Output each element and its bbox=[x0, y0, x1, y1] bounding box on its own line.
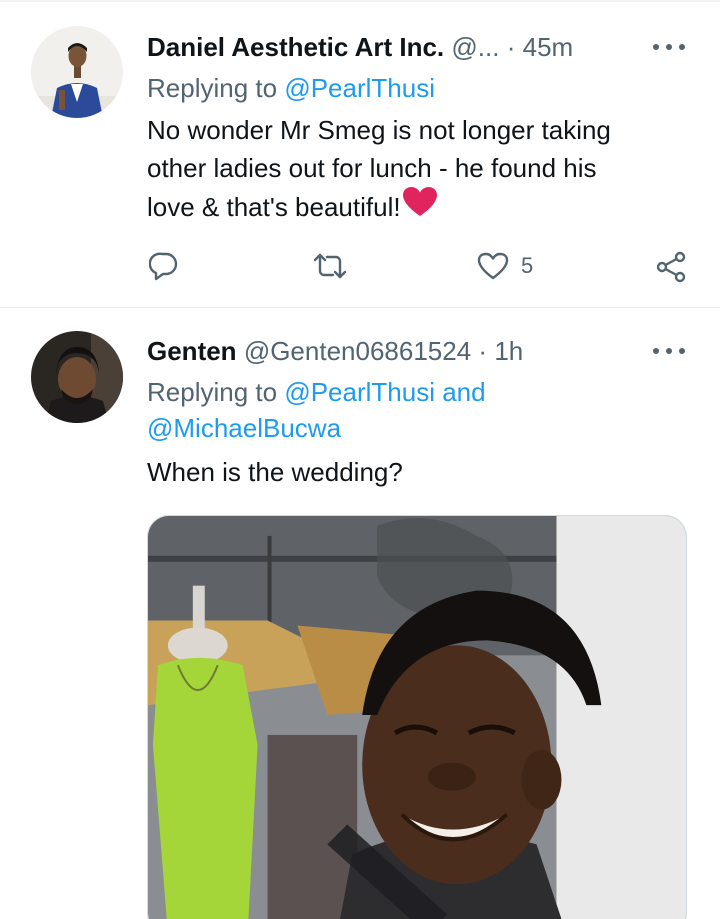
retweet-icon bbox=[312, 252, 348, 280]
like-count: 5 bbox=[521, 253, 534, 278]
more-options-icon[interactable] bbox=[653, 346, 685, 356]
tweet-text: When is the wedding? bbox=[147, 453, 403, 491]
tweet-text-line: When is the wedding? bbox=[147, 457, 403, 487]
like-button[interactable]: 5 bbox=[477, 252, 533, 280]
tweet-text-line: other ladies out for lunch - he found hi… bbox=[147, 153, 597, 183]
avatar[interactable] bbox=[31, 26, 123, 118]
tweet-media-image[interactable] bbox=[147, 515, 687, 919]
author-name[interactable]: Genten bbox=[147, 336, 237, 366]
tweet-text-line: love & that's beautiful! bbox=[147, 192, 401, 222]
replying-to: Replying to @PearlThusi bbox=[147, 70, 435, 106]
tweet-text-line: No wonder Mr Smeg is not longer taking bbox=[147, 115, 611, 145]
tweet-divider bbox=[0, 307, 720, 308]
mention-link[interactable]: @MichaelBucwa bbox=[147, 413, 341, 443]
author-handle[interactable]: @... bbox=[451, 32, 499, 62]
tweet-text: No wonder Mr Smeg is not longer taking o… bbox=[147, 111, 611, 227]
timestamp[interactable]: 45m bbox=[523, 32, 574, 62]
author-handle[interactable]: @Genten06861524 bbox=[244, 336, 471, 366]
retweet-button[interactable] bbox=[312, 252, 348, 280]
comment-icon bbox=[149, 251, 179, 281]
separator-dot: · bbox=[506, 32, 516, 62]
heart-emoji-icon bbox=[402, 187, 437, 227]
share-icon bbox=[655, 251, 687, 283]
avatar[interactable] bbox=[31, 331, 123, 423]
reply-button[interactable] bbox=[149, 251, 179, 281]
separator-dot: · bbox=[478, 336, 488, 366]
mention-link[interactable]: @PearlThusi bbox=[284, 377, 435, 407]
tweet-header: Genten @Genten06861524 · 1h bbox=[147, 335, 523, 367]
author-name[interactable]: Daniel Aesthetic Art Inc. bbox=[147, 32, 444, 62]
tweet-header: Daniel Aesthetic Art Inc. @... · 45m bbox=[147, 31, 573, 63]
mention-joiner: and bbox=[442, 377, 486, 407]
top-divider bbox=[0, 0, 720, 2]
replying-to: Replying to @PearlThusi and @MichaelBucw… bbox=[147, 374, 486, 446]
replying-prefix: Replying to bbox=[147, 73, 278, 103]
more-options-icon[interactable] bbox=[653, 42, 685, 52]
timestamp[interactable]: 1h bbox=[494, 336, 523, 366]
replying-prefix: Replying to bbox=[147, 377, 278, 407]
mention-link[interactable]: @PearlThusi bbox=[284, 73, 435, 103]
heart-icon bbox=[477, 252, 509, 280]
share-button[interactable] bbox=[655, 251, 687, 283]
